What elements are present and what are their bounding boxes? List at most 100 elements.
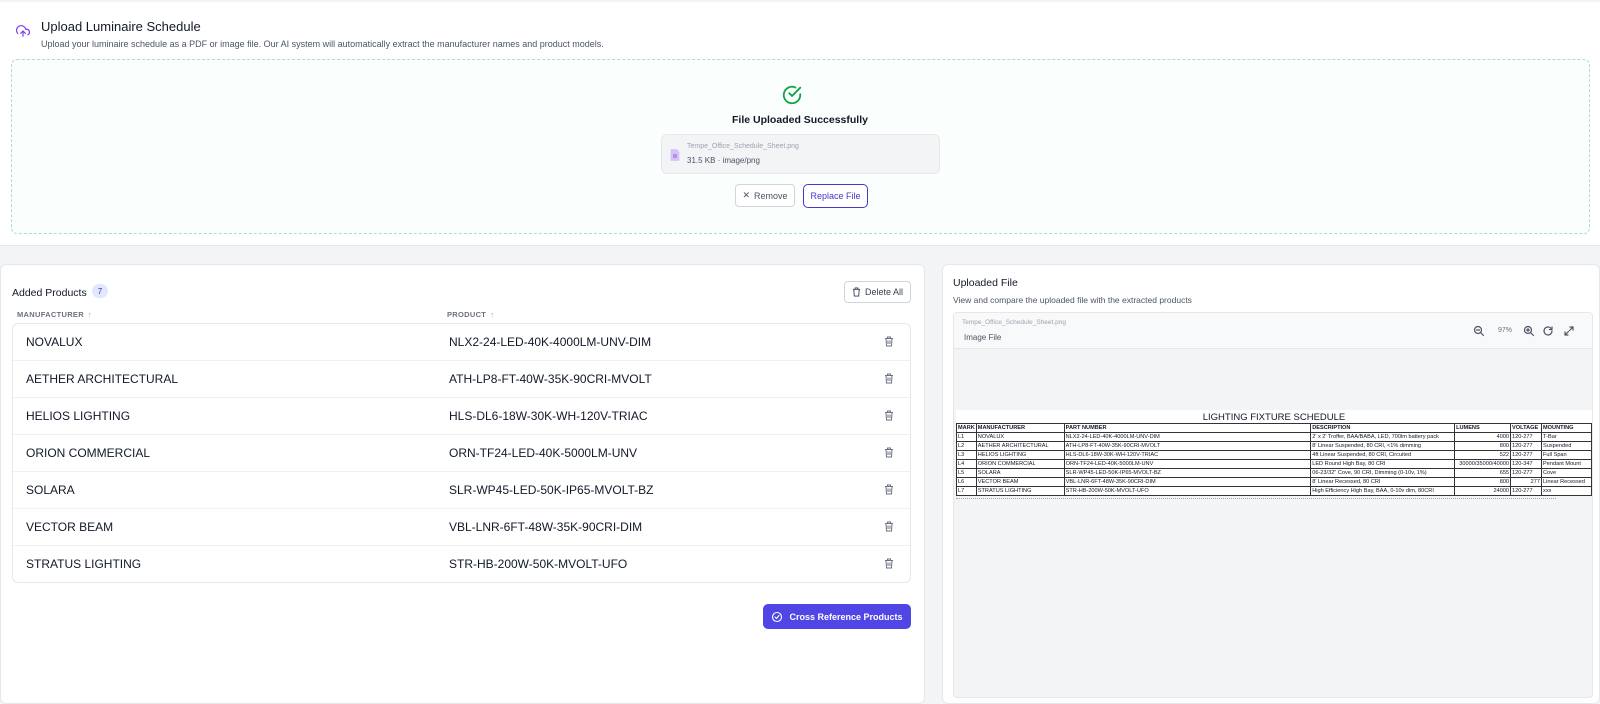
- schedule-cell: Linear Recessed: [1541, 477, 1592, 487]
- table-row: VECTOR BEAM VBL-LNR-6FT-48W-35K-90CRI-DI…: [13, 509, 910, 546]
- manufacturer-cell: STRATUS LIGHTING: [26, 557, 142, 571]
- close-icon: ✕: [742, 190, 751, 200]
- upload-card: Upload Luminaire Schedule Upload your lu…: [0, 2, 1600, 246]
- product-column-label: PRODUCT: [447, 310, 487, 319]
- schedule-cell: NLX2-24-LED-40K-4000LM-UNV-DIM: [1063, 432, 1312, 442]
- file-icon: [670, 149, 680, 161]
- schedule-cell: 24000: [1454, 486, 1512, 496]
- schedule-cell: L6: [956, 477, 977, 487]
- products-count-badge: 7: [92, 284, 108, 298]
- added-products-card: Added Products 7 Delete All MANUFACTURER…: [0, 264, 925, 704]
- schedule-cell: HELIOS LIGHTING: [975, 450, 1065, 460]
- rotate-icon[interactable]: [1542, 325, 1554, 337]
- viewer-toolbar: Tempe_Office_Schedule_Sheet.png Image Fi…: [954, 313, 1592, 349]
- upload-title: Upload Luminaire Schedule: [41, 19, 201, 34]
- schedule-row: L4 ORION COMMERCIAL ORN-TF24-LED-40K-500…: [956, 459, 1592, 469]
- viewer-file-type: Image File: [964, 333, 1002, 342]
- schedule-cell: STRATUS LIGHTING: [975, 486, 1065, 496]
- remove-file-button[interactable]: ✕ Remove: [735, 184, 795, 207]
- schedule-cell: High Efficiency High Bay, BAA, 0-10v dim…: [1310, 486, 1456, 496]
- cross-reference-button[interactable]: Cross Reference Products: [763, 604, 911, 629]
- delete-all-label: Delete All: [864, 287, 904, 297]
- schedule-cell: STR-HB-200W-50K-MVOLT-UFO: [1063, 486, 1312, 496]
- schedule-cell: Full Span: [1541, 450, 1592, 460]
- schedule-cell: T-Bar: [1541, 432, 1592, 442]
- schedule-cell: VECTOR BEAM: [975, 477, 1065, 487]
- schedule-image: LIGHTING FIXTURE SCHEDULE MARK MANUFACTU…: [956, 410, 1592, 496]
- schedule-cell: 2' x 2' Troffer, BAA/BABA, LED, 700lm ba…: [1310, 432, 1456, 442]
- zoom-level: 97%: [1498, 327, 1513, 334]
- trash-icon[interactable]: [884, 558, 894, 569]
- product-cell: VBL-LNR-6FT-48W-35K-90CRI-DIM: [449, 520, 643, 534]
- schedule-cell: NOVALUX: [975, 432, 1065, 442]
- upload-success-message: File Uploaded Successfully: [732, 114, 868, 126]
- schedule-cell: 120-277: [1510, 441, 1543, 451]
- file-name: Tempe_Office_Schedule_Sheet.png: [687, 143, 799, 150]
- trash-icon[interactable]: [884, 447, 894, 458]
- schedule-cell: HLS-DL6-18W-30K-WH-120V-TRIAC: [1063, 450, 1312, 460]
- product-cell: ATH-LP8-FT-40W-35K-90CRI-MVOLT: [449, 372, 652, 386]
- manufacturer-cell: VECTOR BEAM: [26, 520, 114, 534]
- uploaded-file-subtitle: View and compare the uploaded file with …: [953, 295, 1192, 305]
- schedule-cell: xxx: [1541, 486, 1592, 496]
- remove-file-label: Remove: [754, 190, 788, 201]
- schedule-title: LIGHTING FIXTURE SCHEDULE: [1202, 412, 1346, 423]
- schedule-cell: 8' Linear Recessed, 80 CRI: [1310, 477, 1456, 487]
- file-viewer[interactable]: Tempe_Office_Schedule_Sheet.png Image Fi…: [953, 312, 1593, 698]
- trash-icon[interactable]: [884, 484, 894, 495]
- trash-icon[interactable]: [884, 373, 894, 384]
- schedule-cell: L7: [956, 486, 977, 496]
- product-cell: HLS-DL6-18W-30K-WH-120V-TRIAC: [449, 409, 648, 423]
- schedule-header-cell: VOLTAGE: [1510, 423, 1543, 433]
- table-row: AETHER ARCHITECTURAL ATH-LP8-FT-40W-35K-…: [13, 361, 910, 398]
- viewer-file-name: Tempe_Office_Schedule_Sheet.png: [962, 319, 1066, 326]
- manufacturer-cell: AETHER ARCHITECTURAL: [26, 372, 179, 386]
- trash-icon: [852, 287, 861, 297]
- cloud-upload-icon: [16, 25, 30, 37]
- schedule-header-cell: DESCRIPTION: [1310, 423, 1456, 433]
- schedule-cell: SLR-WP45-LED-50K-IP65-MVOLT-BZ: [1063, 468, 1312, 478]
- manufacturer-column-header[interactable]: MANUFACTURER ↑: [17, 310, 92, 319]
- zoom-in-icon[interactable]: [1523, 325, 1535, 337]
- uploaded-file-title: Uploaded File: [953, 277, 1018, 289]
- delete-all-button[interactable]: Delete All: [844, 281, 911, 303]
- manufacturer-column-label: MANUFACTURER: [17, 310, 84, 319]
- product-cell: SLR-WP45-LED-50K-IP65-MVOLT-BZ: [449, 483, 654, 497]
- trash-icon[interactable]: [884, 410, 894, 421]
- table-row: SOLARA SLR-WP45-LED-50K-IP65-MVOLT-BZ: [13, 472, 910, 509]
- schedule-cell: L5: [956, 468, 977, 478]
- schedule-cell: 8' Linear Suspended, 80 CRI, <1% dimming: [1310, 441, 1456, 451]
- schedule-image-edge: [956, 496, 1556, 499]
- sort-arrow-icon: ↑: [490, 310, 495, 319]
- trash-icon[interactable]: [884, 521, 894, 532]
- schedule-cell: 277: [1510, 477, 1543, 487]
- schedule-row: L3 HELIOS LIGHTING HLS-DL6-18W-30K-WH-12…: [956, 450, 1592, 460]
- fullscreen-icon[interactable]: [1563, 325, 1575, 337]
- schedule-cell: Pendant Mount: [1541, 459, 1592, 469]
- schedule-cell: LED Round High Bay, 80 CRI: [1310, 459, 1456, 469]
- uploaded-file-card: Uploaded File View and compare the uploa…: [942, 264, 1600, 704]
- schedule-header-cell: MANUFACTURER: [975, 423, 1065, 433]
- zoom-out-icon[interactable]: [1473, 325, 1485, 337]
- schedule-table: MARK MANUFACTURER PART NUMBER DESCRIPTIO…: [956, 423, 1592, 496]
- schedule-cell: 4000: [1454, 432, 1512, 442]
- schedule-cell: 30000/35000/40000: [1454, 459, 1512, 469]
- cross-reference-label: Cross Reference Products: [789, 611, 903, 622]
- schedule-cell: ORN-TF24-LED-40K-5000LM-UNV: [1063, 459, 1312, 469]
- table-row: ORION COMMERCIAL ORN-TF24-LED-40K-5000LM…: [13, 435, 910, 472]
- schedule-cell: 120-277: [1510, 468, 1543, 478]
- schedule-cell: Cove: [1541, 468, 1592, 478]
- replace-file-button[interactable]: Replace File: [803, 184, 868, 208]
- schedule-header-cell: MOUNTING: [1541, 423, 1592, 433]
- product-column-header[interactable]: PRODUCT ↑: [447, 310, 494, 319]
- schedule-row: L1 NOVALUX NLX2-24-LED-40K-4000LM-UNV-DI…: [956, 432, 1592, 442]
- table-row: HELIOS LIGHTING HLS-DL6-18W-30K-WH-120V-…: [13, 398, 910, 435]
- schedule-row: L7 STRATUS LIGHTING STR-HB-200W-50K-MVOL…: [956, 486, 1592, 496]
- schedule-cell: L2: [956, 441, 977, 451]
- schedule-cell: 800: [1454, 477, 1512, 487]
- products-table: NOVALUX NLX2-24-LED-40K-4000LM-UNV-DIM A…: [12, 323, 911, 583]
- schedule-cell: 522: [1454, 450, 1512, 460]
- schedule-header-cell: LUMENS: [1454, 423, 1512, 433]
- schedule-cell: 4ft Linear Suspended, 80 CRI, Circuited: [1310, 450, 1456, 460]
- trash-icon[interactable]: [884, 336, 894, 347]
